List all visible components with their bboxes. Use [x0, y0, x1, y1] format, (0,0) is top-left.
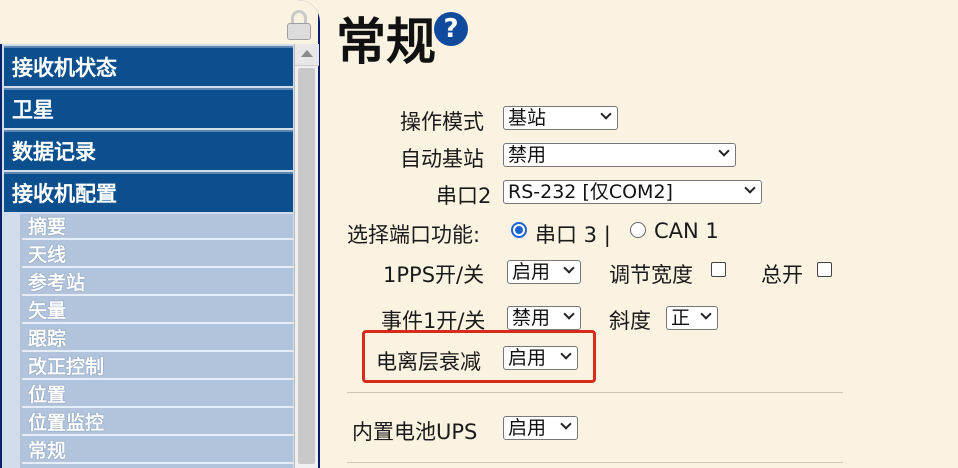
- sidebar-subitem-vector[interactable]: 矢量: [22, 298, 294, 324]
- divider: [347, 392, 843, 393]
- port-function-radio-can1[interactable]: [630, 222, 646, 238]
- adjust-width-label: 调节宽度: [609, 263, 693, 287]
- operation-mode-select[interactable]: 基站: [503, 106, 618, 130]
- sidebar-subitem-reference-station[interactable]: 参考站: [22, 270, 294, 296]
- chevron-down-icon: [563, 308, 575, 320]
- serial2-value: RS-232 [仅COM2]: [508, 181, 673, 203]
- master-switch-label: 总开: [761, 263, 803, 287]
- divider: [347, 462, 843, 463]
- iono-attenuation-select[interactable]: 启用: [503, 346, 578, 370]
- battery-ups-select[interactable]: 启用: [503, 416, 578, 440]
- scroll-up-arrow-icon[interactable]: [295, 44, 319, 66]
- port-function-option-serial3: 串口 3 |: [535, 223, 611, 247]
- master-switch-checkbox[interactable]: [817, 262, 832, 277]
- sidebar-item-receiver-status[interactable]: 接收机状态: [4, 46, 293, 86]
- pps-label: 1PPS开/关: [383, 263, 485, 287]
- event1-select[interactable]: 禁用: [507, 306, 581, 330]
- port-function-radio-serial3[interactable]: [511, 222, 527, 238]
- serial2-label: 串口2: [436, 184, 492, 208]
- chevron-down-icon: [600, 108, 612, 120]
- operation-mode-label: 操作模式: [400, 110, 484, 134]
- auto-base-label: 自动基站: [400, 147, 484, 171]
- sidebar-item-satellites[interactable]: 卫星: [4, 88, 293, 128]
- serial2-select[interactable]: RS-232 [仅COM2]: [503, 180, 762, 204]
- operation-mode-value: 基站: [508, 107, 547, 129]
- sidebar-subitem-tracking[interactable]: 跟踪: [22, 326, 294, 352]
- chevron-down-icon: [700, 308, 712, 320]
- battery-ups-label: 内置电池UPS: [352, 420, 478, 444]
- port-function-option-can1: CAN 1: [654, 219, 719, 243]
- slope-label: 斜度: [609, 309, 651, 333]
- sidebar-item-receiver-config[interactable]: 接收机配置: [4, 172, 293, 212]
- auto-base-select[interactable]: 禁用: [503, 143, 736, 167]
- battery-ups-value: 启用: [508, 417, 547, 439]
- pps-select[interactable]: 启用: [507, 260, 581, 284]
- adjust-width-checkbox[interactable]: [711, 262, 726, 277]
- chevron-down-icon: [560, 418, 572, 430]
- chevron-down-icon: [744, 182, 756, 194]
- slope-value: 正: [671, 307, 691, 329]
- sidebar-subitem-position-monitor[interactable]: 位置监控: [22, 410, 294, 436]
- sidebar-scrollbar[interactable]: [294, 44, 319, 468]
- auto-base-value: 禁用: [508, 144, 547, 166]
- slope-select[interactable]: 正: [666, 306, 718, 330]
- sidebar-header: [0, 0, 318, 44]
- event1-value: 禁用: [512, 307, 551, 329]
- sidebar-subitem-correction-control[interactable]: 改正控制: [22, 354, 294, 380]
- sidebar-subitem-antenna[interactable]: 天线: [22, 242, 294, 268]
- sidebar-subitem-general[interactable]: 常规: [22, 438, 294, 464]
- port-function-label: 选择端口功能:: [347, 223, 481, 247]
- lock-icon[interactable]: [287, 10, 311, 40]
- sidebar: 接收机状态 卫星 数据记录 接收机配置 摘要 天线 参考站 矢量 跟踪 改正控制…: [0, 0, 320, 468]
- scroll-thumb[interactable]: [298, 68, 315, 464]
- iono-attenuation-label: 电离层衰减: [376, 350, 481, 374]
- chevron-down-icon: [560, 348, 572, 360]
- help-icon[interactable]: ?: [434, 12, 468, 46]
- chevron-down-icon: [563, 262, 575, 274]
- sidebar-item-data-logging[interactable]: 数据记录: [4, 130, 293, 170]
- iono-attenuation-value: 启用: [508, 347, 547, 369]
- pps-value: 启用: [512, 261, 551, 283]
- page-title: 常规: [336, 13, 436, 71]
- sidebar-subitem-position[interactable]: 位置: [22, 382, 294, 408]
- sidebar-subitem-summary[interactable]: 摘要: [22, 214, 294, 240]
- chevron-down-icon: [718, 145, 730, 157]
